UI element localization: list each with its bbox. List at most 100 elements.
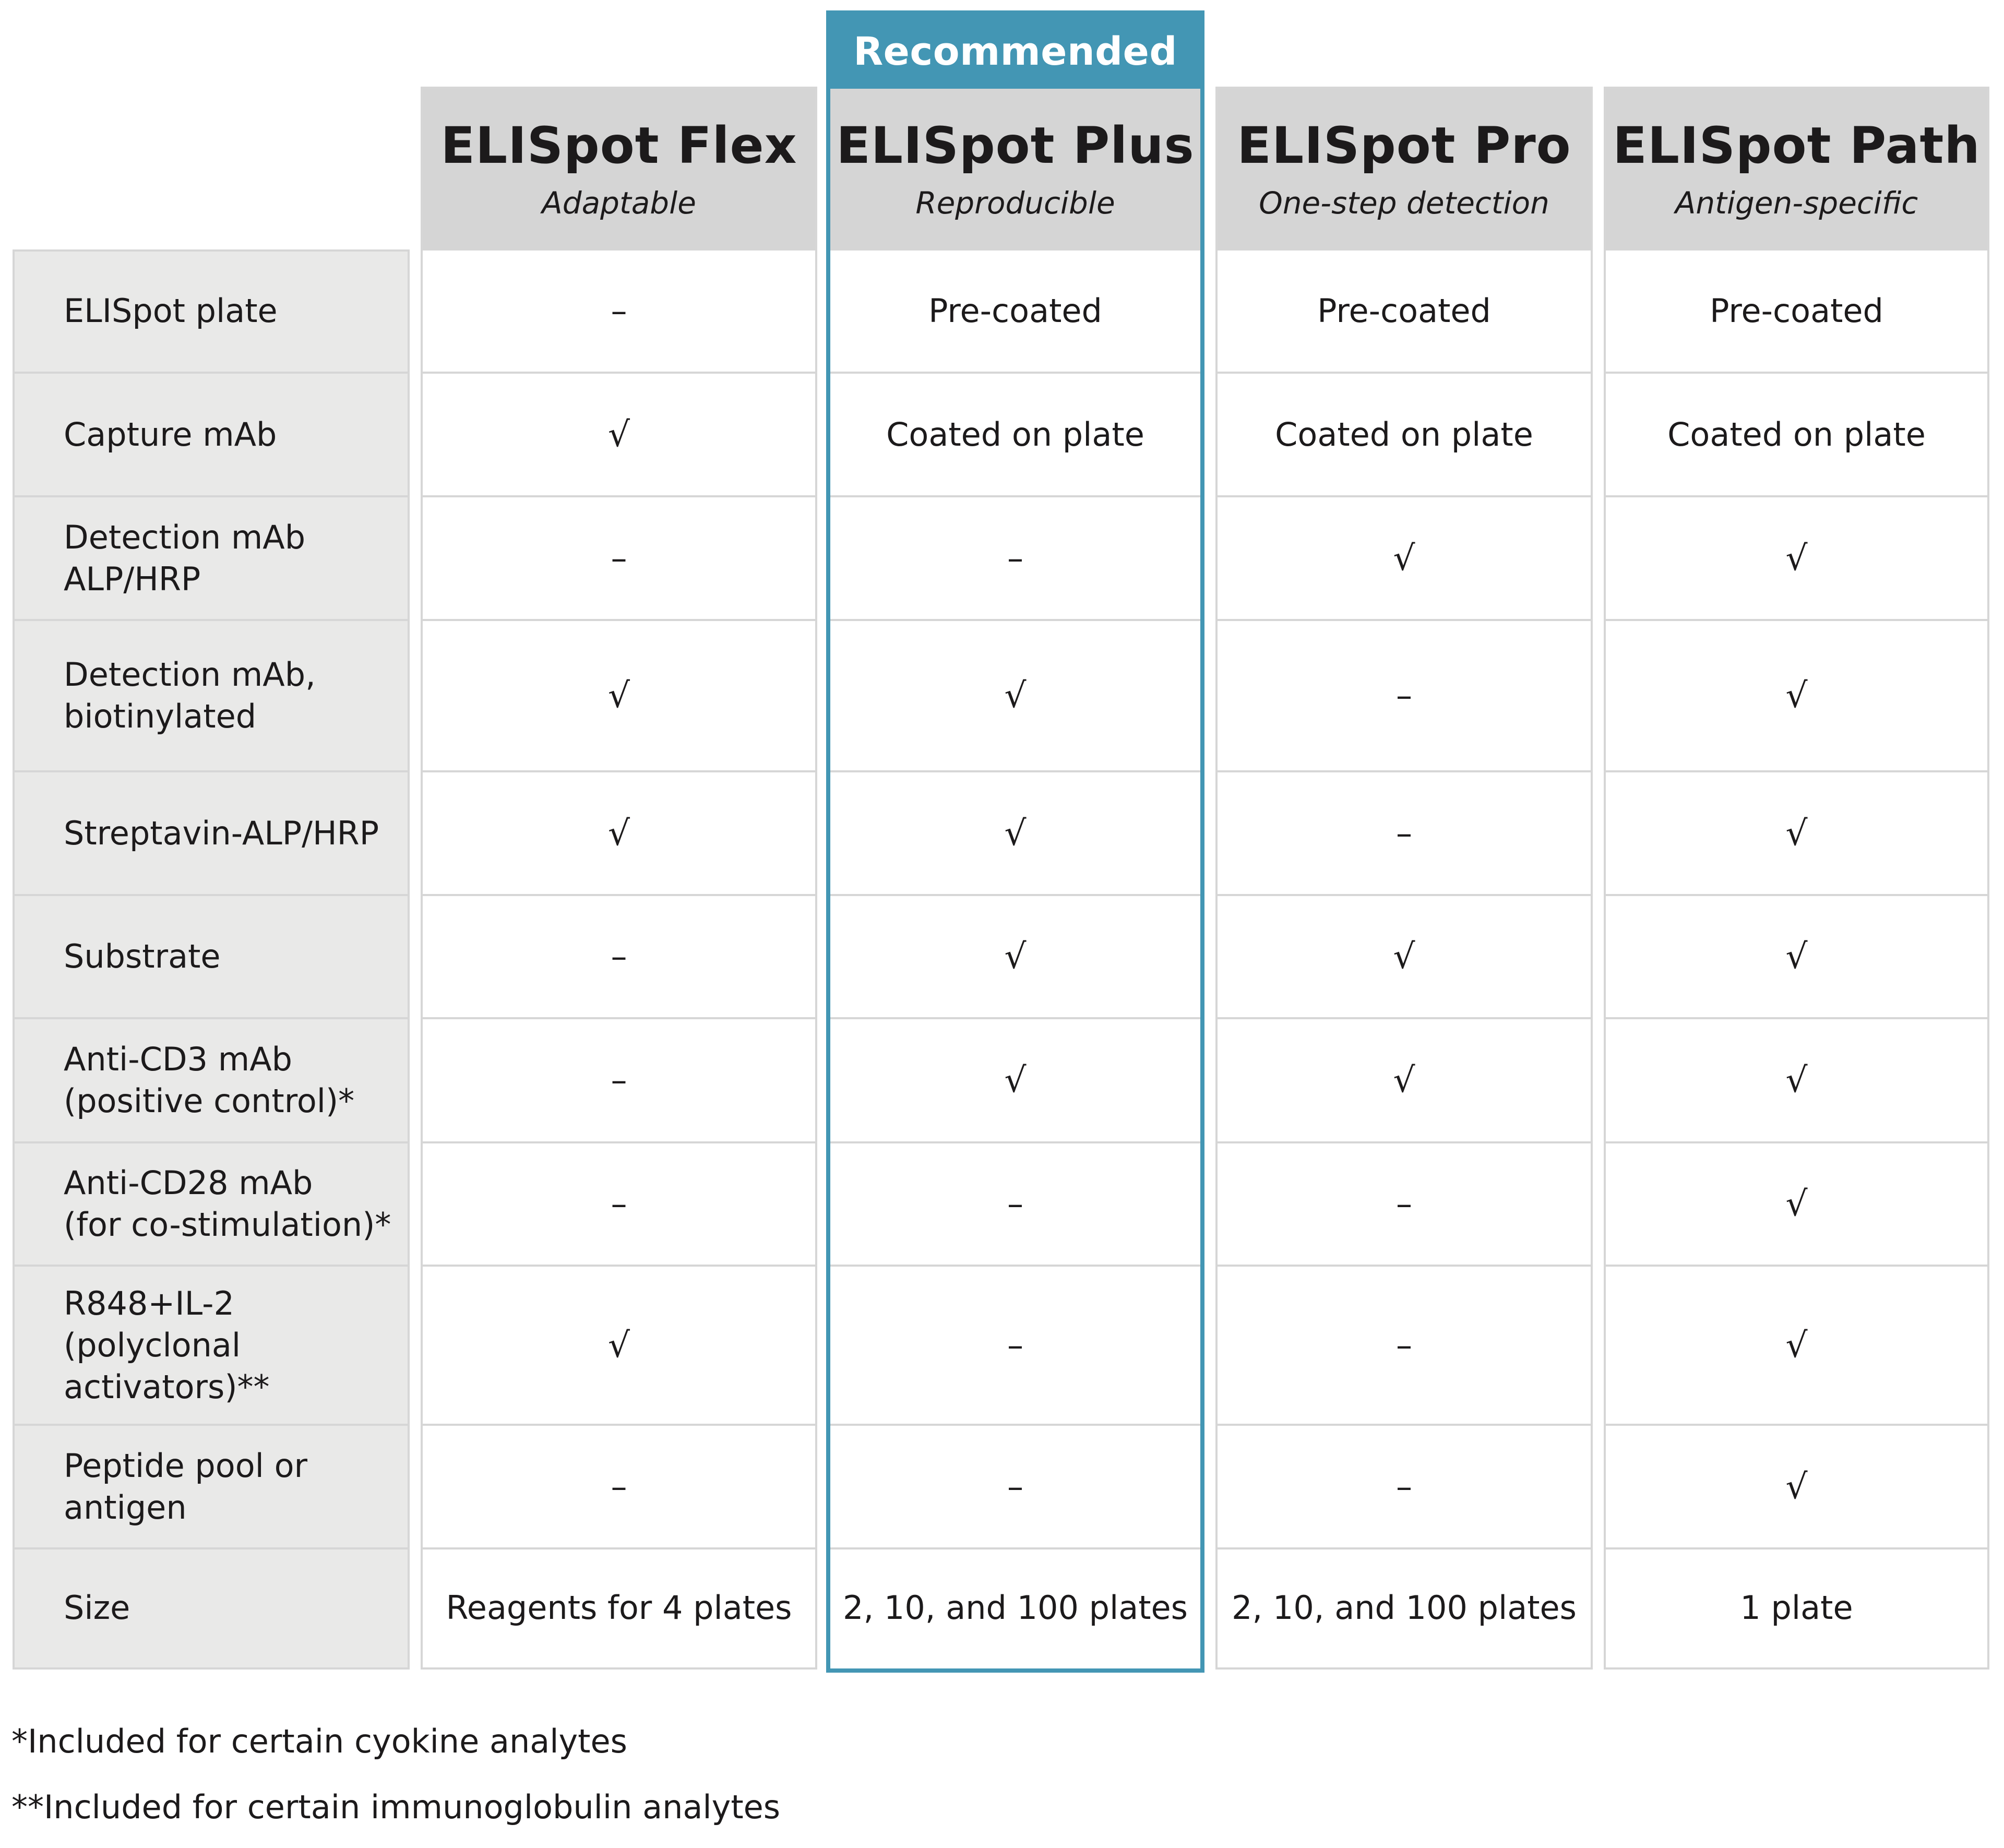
column-header: ELISpot Path Antigen-specific: [1606, 89, 1987, 251]
row-label: R848+IL-2 (polyclonal activators)**: [64, 1284, 270, 1406]
product-column-flex: ELISpot Flex Adaptable – √ – √ √ – – – √ – Reagent…: [421, 87, 817, 1670]
row-label-cell: Peptide pool or antigen: [15, 1424, 408, 1547]
table-cell: –: [1218, 770, 1591, 894]
row-label-cell: Streptavin-ALP/HRP: [15, 770, 408, 894]
row-label: Detection mAb, biotinylated: [64, 655, 316, 735]
cell-value: 1 plate: [1740, 1589, 1853, 1627]
dash-icon: –: [1396, 1326, 1412, 1364]
table-cell: –: [423, 1141, 815, 1265]
row-label-cell: Anti-CD28 mAb (for co-stimulation)*: [15, 1141, 408, 1265]
table-cell: –: [830, 1424, 1200, 1547]
table-cell: –: [423, 249, 815, 373]
product-tagline: Adaptable: [542, 185, 696, 221]
dash-icon: –: [611, 292, 627, 330]
table-cell: √: [1606, 495, 1987, 619]
table-cell: Reagents for 4 plates: [423, 1547, 815, 1666]
product-column-path: ELISpot Path Antigen-specific Pre-coated…: [1604, 87, 1989, 1670]
cell-value: Coated on plate: [886, 415, 1144, 454]
table-cell: 1 plate: [1606, 1547, 1987, 1666]
recommended-badge: Recommended: [830, 15, 1200, 89]
product-tagline: One-step detection: [1259, 185, 1549, 221]
table-cell: √: [423, 770, 815, 894]
table-cell: √: [1606, 770, 1987, 894]
dash-icon: –: [611, 539, 627, 577]
footnote-immunoglobulin: **Included for certain immunoglobulin an…: [11, 1788, 781, 1826]
check-icon: √: [1004, 675, 1027, 716]
row-label-cell: Detection mAb ALP/HRP: [15, 495, 408, 619]
table-cell: √: [1218, 894, 1591, 1017]
column-header: ELISpot Plus Reproducible: [830, 89, 1200, 251]
check-icon: √: [1393, 1060, 1415, 1100]
check-icon: √: [1785, 675, 1808, 716]
table-cell: √: [1606, 1017, 1987, 1141]
dash-icon: –: [611, 1467, 627, 1506]
row-label: Anti-CD28 mAb (for co-stimulation)*: [64, 1164, 391, 1244]
dash-icon: –: [1007, 1326, 1023, 1364]
table-cell: Coated on plate: [830, 372, 1200, 495]
row-label: Streptavin-ALP/HRP: [64, 814, 379, 852]
row-label-cell: Substrate: [15, 894, 408, 1017]
cell-value: Reagents for 4 plates: [446, 1589, 792, 1627]
product-name: ELISpot Path: [1613, 116, 1981, 175]
table-cell: –: [1218, 619, 1591, 770]
table-cell: Pre-coated: [1218, 249, 1591, 373]
dash-icon: –: [1007, 1467, 1023, 1506]
dash-icon: –: [1007, 1185, 1023, 1223]
check-icon: √: [1785, 1184, 1808, 1224]
table-cell: √: [1606, 1141, 1987, 1265]
column-header: ELISpot Pro One-step detection: [1218, 89, 1591, 251]
row-label: Anti-CD3 mAb (positive control)*: [64, 1040, 355, 1120]
check-icon: √: [1393, 538, 1415, 578]
table-cell: Pre-coated: [830, 249, 1200, 373]
check-icon: √: [1393, 936, 1415, 976]
table-cell: Coated on plate: [1218, 372, 1591, 495]
table-cell: Pre-coated: [1606, 249, 1987, 373]
row-label-cell: ELISpot plate: [15, 249, 408, 373]
dash-icon: –: [611, 1185, 627, 1223]
table-cell: √: [423, 619, 815, 770]
table-cell: –: [1218, 1265, 1591, 1424]
column-header: ELISpot Flex Adaptable: [423, 89, 815, 251]
dash-icon: –: [611, 1061, 627, 1099]
row-label-cell: Detection mAb, biotinylated: [15, 619, 408, 770]
check-icon: √: [607, 813, 630, 853]
row-label-cell: R848+IL-2 (polyclonal activators)**: [15, 1265, 408, 1424]
row-label-column: ELISpot plate Capture mAb Detection mAb AL…: [13, 249, 410, 1670]
table-cell: –: [830, 495, 1200, 619]
table-cell: –: [830, 1265, 1200, 1424]
table-cell: –: [1218, 1424, 1591, 1547]
row-label: Substrate: [64, 937, 221, 975]
table-cell: √: [1218, 1017, 1591, 1141]
cell-value: Pre-coated: [928, 292, 1102, 330]
product-tagline: Reproducible: [915, 185, 1115, 221]
check-icon: √: [1785, 936, 1808, 976]
cell-value: Coated on plate: [1667, 415, 1926, 454]
table-cell: Coated on plate: [1606, 372, 1987, 495]
product-tagline: Antigen-specific: [1675, 185, 1918, 221]
table-cell: √: [1606, 894, 1987, 1017]
row-label-cell: Anti-CD3 mAb (positive control)*: [15, 1017, 408, 1141]
table-cell: 2, 10, and 100 plates: [830, 1547, 1200, 1666]
cell-value: Pre-coated: [1317, 292, 1491, 330]
table-cell: √: [1606, 619, 1987, 770]
check-icon: √: [1785, 1466, 1808, 1507]
table-cell: √: [830, 770, 1200, 894]
row-label: Capture mAb: [64, 415, 277, 454]
table-cell: –: [423, 495, 815, 619]
check-icon: √: [1785, 1325, 1808, 1365]
dash-icon: –: [1007, 539, 1023, 577]
product-name: ELISpot Flex: [440, 116, 797, 175]
table-cell: √: [423, 1265, 815, 1424]
dash-icon: –: [1396, 1467, 1412, 1506]
check-icon: √: [607, 414, 630, 455]
check-icon: √: [1785, 813, 1808, 853]
dash-icon: –: [611, 937, 627, 975]
table-cell: √: [1606, 1424, 1987, 1547]
table-cell: –: [423, 1017, 815, 1141]
row-label: Size: [64, 1589, 130, 1627]
check-icon: √: [607, 675, 630, 716]
row-label: Detection mAb ALP/HRP: [64, 518, 306, 598]
product-column-plus: Recommended ELISpot Plus Reproducible Pr…: [826, 10, 1204, 1673]
table-cell: √: [830, 619, 1200, 770]
footnote-cytokine: *Included for certain cyokine analytes: [11, 1722, 627, 1760]
